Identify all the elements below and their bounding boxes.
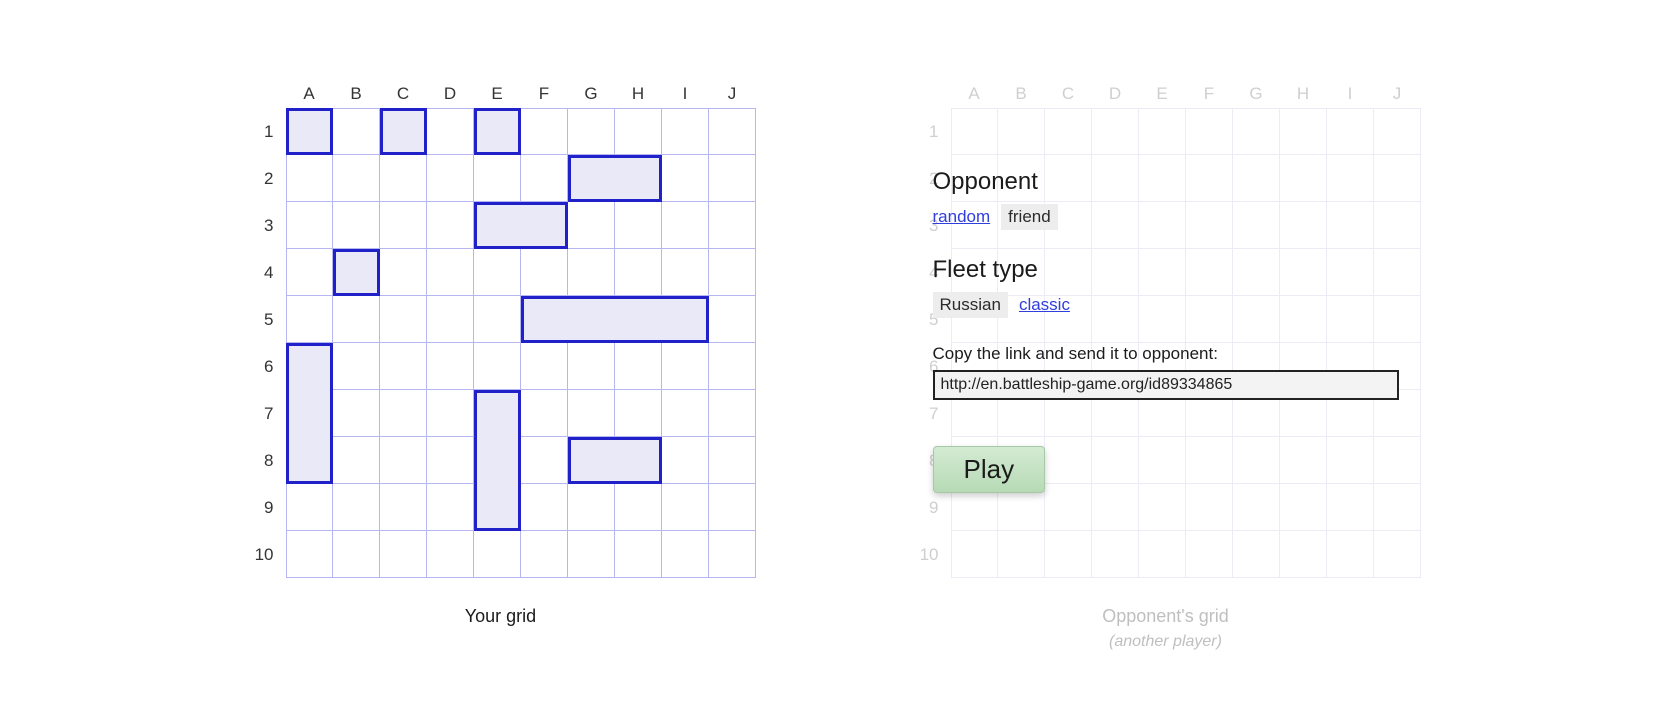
- play-button[interactable]: Play: [933, 446, 1046, 493]
- opponent-grid-caption: Opponent's grid: [1102, 606, 1229, 627]
- col-header-G: G: [1233, 80, 1280, 108]
- ship-4[interactable]: [474, 202, 568, 249]
- cell-H1: [1280, 108, 1327, 155]
- row-header-7: 7: [246, 390, 286, 437]
- your-grid-caption: Your grid: [465, 606, 536, 627]
- fleet-option-classic[interactable]: classic: [1019, 295, 1070, 314]
- col-header-A: A: [951, 80, 998, 108]
- opponent-option-random[interactable]: random: [933, 207, 991, 226]
- ship-0[interactable]: [286, 108, 333, 155]
- col-header-B: B: [333, 80, 380, 108]
- cell-A1: [951, 108, 998, 155]
- cell-C1: [1045, 108, 1092, 155]
- cell-C10: [1045, 531, 1092, 578]
- cell-J1: [1374, 108, 1421, 155]
- cell-G10: [1233, 531, 1280, 578]
- row-header-3: 3: [246, 202, 286, 249]
- ship-1[interactable]: [380, 108, 427, 155]
- col-header-D: D: [427, 80, 474, 108]
- row-header-4: 4: [246, 249, 286, 296]
- cell-B1: [998, 108, 1045, 155]
- opponent-option-friend[interactable]: friend: [1001, 204, 1058, 230]
- col-header-C: C: [1045, 80, 1092, 108]
- col-header-I: I: [1327, 80, 1374, 108]
- cell-B10: [998, 531, 1045, 578]
- row-header-1: 1: [246, 108, 286, 155]
- col-header-J: J: [1374, 80, 1421, 108]
- fleet-title: Fleet type: [933, 256, 1399, 284]
- col-header-G: G: [568, 80, 615, 108]
- opponent-grid-section: ABCDEFGHIJ12345678910 Opponent random fr…: [911, 80, 1421, 651]
- ship-8[interactable]: [474, 390, 521, 531]
- opponent-section: Opponent random friend: [933, 168, 1399, 230]
- col-header-A: A: [286, 80, 333, 108]
- ship-5[interactable]: [333, 249, 380, 296]
- your-grid-section: ABCDEFGHIJ 12345678910 Your grid: [246, 80, 756, 651]
- cell-A10: [951, 531, 998, 578]
- ships-layer[interactable]: [286, 108, 756, 578]
- row-header-10: 10: [911, 531, 951, 578]
- opponent-options: random friend: [933, 204, 1399, 230]
- cell-F1: [1186, 108, 1233, 155]
- row-header-6: 6: [246, 343, 286, 390]
- row-header-5: 5: [246, 296, 286, 343]
- cell-I10: [1327, 531, 1374, 578]
- cell-E1: [1139, 108, 1186, 155]
- row-header-10: 10: [246, 531, 286, 578]
- fleet-options: Russian classic: [933, 292, 1399, 318]
- opponent-grid-subcaption: (another player): [1109, 633, 1222, 651]
- cell-D10: [1092, 531, 1139, 578]
- col-header-F: F: [1186, 80, 1233, 108]
- fleet-section: Fleet type Russian classic: [933, 256, 1399, 318]
- share-section: Copy the link and send it to opponent:: [933, 344, 1399, 400]
- ship-2[interactable]: [474, 108, 521, 155]
- cell-I1: [1327, 108, 1374, 155]
- ship-9[interactable]: [568, 437, 662, 484]
- opponent-title: Opponent: [933, 168, 1399, 196]
- ship-3[interactable]: [568, 155, 662, 202]
- row-header-8: 8: [246, 437, 286, 484]
- cell-G1: [1233, 108, 1280, 155]
- col-header-B: B: [998, 80, 1045, 108]
- row-header-9: 9: [246, 484, 286, 531]
- col-header-E: E: [1139, 80, 1186, 108]
- col-header-C: C: [380, 80, 427, 108]
- cell-F10: [1186, 531, 1233, 578]
- col-header-D: D: [1092, 80, 1139, 108]
- fleet-option-Russian[interactable]: Russian: [933, 292, 1008, 318]
- ship-6[interactable]: [521, 296, 709, 343]
- cell-J10: [1374, 531, 1421, 578]
- ship-7[interactable]: [286, 343, 333, 484]
- cell-H10: [1280, 531, 1327, 578]
- cell-D1: [1092, 108, 1139, 155]
- col-header-E: E: [474, 80, 521, 108]
- row-header-1: 1: [911, 108, 951, 155]
- cell-E10: [1139, 531, 1186, 578]
- page: ABCDEFGHIJ12345678910 Your grid ABCDEFGH…: [0, 0, 1666, 711]
- row-header-2: 2: [246, 155, 286, 202]
- setup-panel: Opponent random friend Fleet type Russia…: [933, 168, 1399, 493]
- col-header-H: H: [615, 80, 662, 108]
- copy-link-label: Copy the link and send it to opponent:: [933, 344, 1399, 364]
- col-header-F: F: [521, 80, 568, 108]
- col-header-J: J: [709, 80, 756, 108]
- game-url-input[interactable]: [933, 370, 1399, 400]
- col-header-I: I: [662, 80, 709, 108]
- col-header-H: H: [1280, 80, 1327, 108]
